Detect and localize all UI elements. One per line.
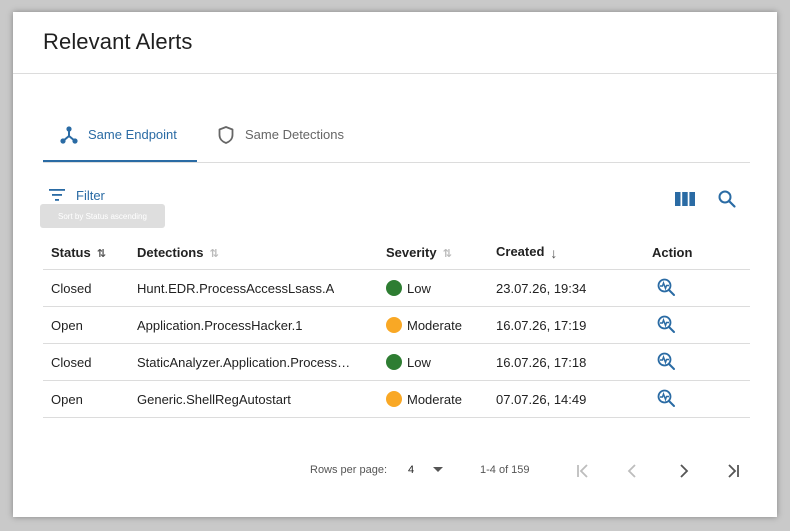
rows-per-page-value[interactable]: 4 [408, 464, 414, 476]
cell-created: 16.07.26, 17:19 [496, 306, 652, 344]
alerts-table: Status ⇅ Detections ⇅ Severity ⇅ Created ↓ A… [43, 236, 750, 418]
table-row[interactable]: Open Generic.ShellRegAutostart Moderate … [43, 380, 750, 418]
cell-created: 07.07.26, 14:49 [496, 380, 652, 418]
column-header-severity[interactable]: Severity ⇅ [386, 236, 496, 270]
table-row[interactable]: Open Application.ProcessHacker.1 Moderat… [43, 306, 750, 344]
cell-detection: Application.ProcessHacker.1 [137, 306, 386, 344]
table-row[interactable]: Closed StaticAnalyzer.Application.Proces… [43, 343, 750, 381]
cell-severity: Moderate [386, 306, 496, 344]
column-header-detections[interactable]: Detections ⇅ [137, 236, 386, 270]
view-columns-icon[interactable] [674, 188, 696, 210]
cell-detection: StaticAnalyzer.Application.Process… [137, 343, 386, 381]
rows-per-page-label: Rows per page: [310, 464, 388, 476]
table-toolbar: Filter Sort by Status ascending [40, 182, 750, 228]
column-header-status[interactable]: Status ⇅ [43, 236, 137, 270]
sort-both-icon: ⇅ [209, 248, 219, 261]
first-page-icon[interactable] [571, 459, 595, 483]
search-icon[interactable] [716, 188, 738, 210]
cell-created: 16.07.26, 17:18 [496, 343, 652, 381]
detection-name: Generic.ShellRegAutostart [137, 392, 291, 408]
tab-same-detections[interactable]: Same Detections [215, 108, 344, 161]
header-label: Detections [137, 244, 204, 260]
header-label: Status [51, 244, 91, 260]
tab-same-endpoint[interactable]: Same Endpoint [43, 108, 197, 162]
page-range: 1-4 of 159 [480, 464, 530, 476]
previous-page-icon[interactable] [621, 459, 645, 483]
severity-label: Low [407, 354, 431, 370]
shield-icon [215, 124, 237, 146]
detection-name: Hunt.EDR.ProcessAccessLsass.A [137, 281, 335, 297]
sort-tooltip: Sort by Status ascending [40, 204, 165, 228]
cell-detection: Hunt.EDR.ProcessAccessLsass.A [137, 269, 386, 307]
cell-status: Open [43, 306, 137, 344]
relevant-alerts-card: Relevant Alerts Same Endpoint Same Detec… [13, 12, 777, 517]
severity-label: Low [407, 280, 431, 296]
page-title: Relevant Alerts [43, 29, 193, 54]
cell-severity: Moderate [386, 380, 496, 418]
header-label: Action [652, 245, 693, 260]
sort-both-icon: ⇅ [96, 248, 106, 261]
card-header: Relevant Alerts [13, 12, 777, 74]
table-row[interactable]: Closed Hunt.EDR.ProcessAccessLsass.A Low… [43, 269, 750, 307]
investigate-icon[interactable] [655, 313, 677, 335]
detection-name: StaticAnalyzer.Application.Process… [137, 355, 351, 371]
tab-bar: Same Endpoint Same Detections [43, 108, 750, 163]
severity-dot [386, 280, 402, 296]
tab-label: Same Detections [245, 127, 344, 142]
cell-detection: Generic.ShellRegAutostart [137, 380, 386, 418]
header-label: Created [496, 244, 545, 260]
header-label: Severity [386, 244, 437, 260]
column-header-action: Action [652, 236, 750, 270]
next-page-icon[interactable] [671, 459, 695, 483]
cell-action [652, 306, 750, 344]
filter-label: Filter [76, 187, 105, 203]
severity-label: Moderate [407, 317, 462, 333]
cell-status: Open [43, 380, 137, 418]
cell-created: 23.07.26, 19:34 [496, 269, 652, 307]
pagination: Rows per page: 4 1-4 of 159 [13, 458, 777, 484]
investigate-icon[interactable] [655, 350, 677, 372]
last-page-icon[interactable] [721, 459, 745, 483]
filter-icon [49, 186, 67, 204]
severity-dot [386, 317, 402, 333]
severity-dot [386, 391, 402, 407]
investigate-icon[interactable] [655, 387, 677, 409]
investigate-icon[interactable] [655, 276, 677, 298]
endpoint-graph-icon [58, 124, 80, 146]
cell-status: Closed [43, 269, 137, 307]
filter-button[interactable]: Filter [49, 186, 105, 204]
cell-action [652, 269, 750, 307]
detection-name: Application.ProcessHacker.1 [137, 318, 303, 334]
sort-both-icon: ⇅ [442, 248, 452, 261]
severity-label: Moderate [407, 391, 462, 407]
severity-dot [386, 354, 402, 370]
cell-severity: Low [386, 269, 496, 307]
tab-label: Same Endpoint [88, 127, 177, 142]
cell-severity: Low [386, 343, 496, 381]
cell-action [652, 380, 750, 418]
cell-action [652, 343, 750, 381]
column-header-created[interactable]: Created ↓ [496, 236, 652, 270]
sort-down-icon: ↓ [550, 244, 558, 261]
cell-status: Closed [43, 343, 137, 381]
table-header-row: Status ⇅ Detections ⇅ Severity ⇅ Created ↓ A… [43, 236, 750, 270]
chevron-down-icon[interactable] [431, 462, 445, 479]
